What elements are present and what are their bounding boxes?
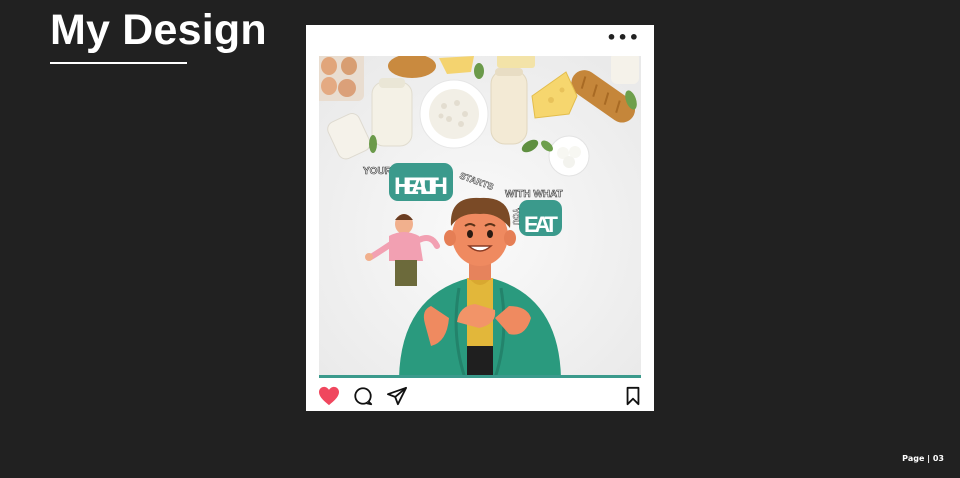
comment-icon[interactable] [352, 386, 374, 406]
bookmark-icon[interactable] [622, 386, 644, 406]
svg-text:EAT: EAT [524, 212, 559, 237]
title-underline [50, 62, 187, 64]
page-title: My Design [50, 6, 267, 54]
svg-text:WITH WHAT: WITH WHAT [505, 189, 563, 200]
svg-text:YOU: YOU [511, 208, 520, 226]
page-number: Page | 03 [902, 454, 944, 463]
heart-icon[interactable] [318, 386, 340, 406]
post-image-accent-bar [319, 375, 641, 378]
social-post-card: ••• YOUR HEALTH STARTS WITH WHAT YOU EAT [306, 25, 654, 411]
post-actions-bar [306, 383, 654, 407]
share-icon[interactable] [386, 386, 408, 406]
post-image: YOUR HEALTH STARTS WITH WHAT YOU EAT [319, 56, 641, 378]
more-options-button[interactable]: ••• [606, 30, 640, 46]
svg-text:YOUR: YOUR [363, 166, 393, 177]
svg-text:HEALTH: HEALTH [394, 173, 448, 200]
